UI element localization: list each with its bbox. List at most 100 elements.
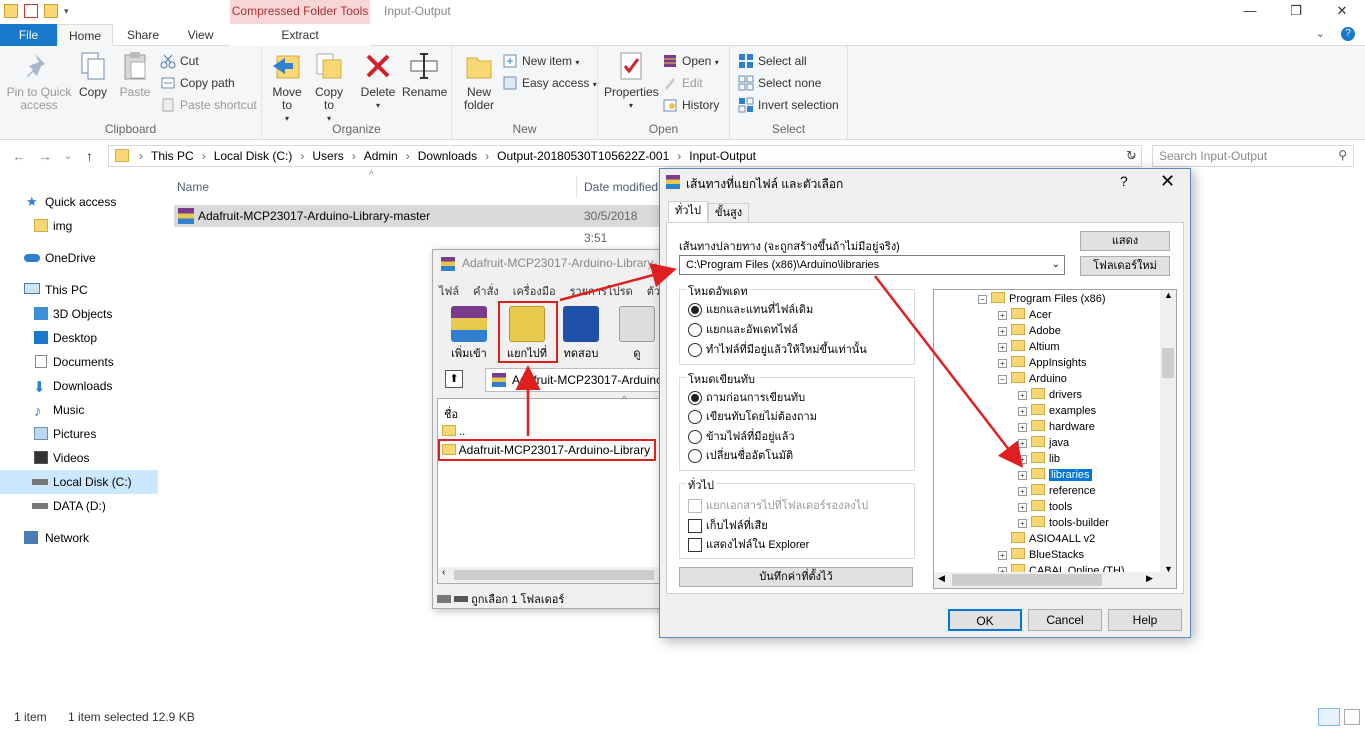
up-folder-icon[interactable]: ⬆	[445, 370, 463, 388]
tab-home[interactable]: Home	[57, 24, 113, 46]
tree-node[interactable]: + reference	[1018, 483, 1095, 499]
tab-general[interactable]: ทั่วไป	[668, 201, 708, 223]
paste-button[interactable]: Paste	[116, 50, 154, 99]
nav-img[interactable]: img	[0, 214, 158, 238]
address-bar[interactable]: › This PC › Local Disk (C:) › Users › Ad…	[108, 145, 1142, 167]
tree-node[interactable]: + Altium	[998, 339, 1060, 355]
qat-dropdown-icon[interactable]: ▾	[64, 6, 69, 17]
tree-node-selected[interactable]: + libraries	[1018, 467, 1092, 483]
col-date[interactable]: Date modified	[584, 180, 658, 194]
nav-data-d[interactable]: DATA (D:)	[0, 494, 158, 518]
details-view-icon[interactable]	[1318, 708, 1340, 726]
crumb-this-pc[interactable]: This PC	[151, 149, 194, 163]
nav-music[interactable]: ♪ Music	[0, 398, 158, 422]
invert-selection-button[interactable]: Invert selection	[738, 96, 839, 114]
properties-button[interactable]: Properties ▾	[604, 50, 659, 112]
test-button[interactable]: ทดสอบ	[555, 306, 607, 362]
back-arrow-icon[interactable]: ←	[12, 148, 26, 164]
tab-view[interactable]: View	[173, 24, 228, 46]
nav-desktop[interactable]: Desktop	[0, 326, 158, 350]
large-icons-view-icon[interactable]	[1344, 709, 1360, 725]
select-none-button[interactable]: Select none	[738, 74, 821, 92]
menu-commands[interactable]: คำสั่ง	[473, 282, 499, 300]
tree-node[interactable]: + tools	[1018, 499, 1072, 515]
radio-fresh-existing[interactable]: ทำไฟล์ที่มีอยู่แล้วให้ใหม่ขึ้นเท่านั้น	[688, 343, 867, 359]
new-item-button[interactable]: New item ▾	[502, 52, 579, 70]
tree-node[interactable]: ASIO4ALL v2	[998, 531, 1095, 547]
move-to-button[interactable]: Move to ▾	[270, 50, 304, 125]
radio-extract-replace[interactable]: แยกและแทนที่ไฟล์เดิม	[688, 303, 813, 319]
up-arrow-icon[interactable]: ↑	[86, 148, 93, 164]
nav-this-pc[interactable]: This PC	[0, 278, 158, 302]
tree-node[interactable]: + tools-builder	[1018, 515, 1109, 531]
tab-file[interactable]: File	[0, 24, 57, 46]
nav-videos[interactable]: Videos	[0, 446, 158, 470]
tab-share[interactable]: Share	[113, 24, 173, 46]
new-folder-button[interactable]: New folder	[460, 50, 498, 112]
select-all-button[interactable]: Select all	[738, 52, 807, 70]
help-button[interactable]: Help	[1108, 609, 1182, 631]
menu-favorites[interactable]: รายการโปรด	[570, 282, 633, 300]
tree-node[interactable]: + lib	[1018, 451, 1060, 467]
check-show-explorer[interactable]: แสดงไฟล์ใน Explorer	[688, 538, 809, 554]
save-settings-button[interactable]: บันทึกค่าที่ตั้งไว้	[679, 567, 913, 587]
nav-onedrive[interactable]: OneDrive	[0, 246, 158, 270]
tree-node[interactable]: + java	[1018, 435, 1069, 451]
nav-3d-objects[interactable]: 3D Objects	[0, 302, 158, 326]
scrollbar-thumb[interactable]	[454, 570, 654, 580]
dest-path-combobox[interactable]: C:\Program Files (x86)\Arduino\libraries…	[679, 255, 1065, 275]
copy-to-button[interactable]: Copy to ▾	[312, 50, 346, 125]
view-button[interactable]: ดู	[611, 306, 663, 362]
tree-node[interactable]: − Arduino	[998, 371, 1067, 387]
radio-auto-rename[interactable]: เปลี่ยนชื่ออัตโนมัติ	[688, 449, 793, 465]
properties-icon[interactable]	[24, 4, 38, 18]
tree-node[interactable]: + drivers	[1018, 387, 1082, 403]
refresh-icon[interactable]: ↻	[1126, 148, 1137, 164]
folder-icon[interactable]	[4, 4, 18, 18]
tree-node[interactable]: + hardware	[1018, 419, 1095, 435]
new-folder-button[interactable]: โฟลเดอร์ใหม่	[1080, 256, 1170, 276]
crumb-downloads[interactable]: Downloads	[418, 149, 477, 163]
history-button[interactable]: History	[662, 96, 719, 114]
horizontal-scrollbar[interactable]: ◀ ▶	[934, 572, 1176, 588]
radio-overwrite-no-prompt[interactable]: เขียนทับโดยไม่ต้องถาม	[688, 410, 817, 426]
nav-pictures[interactable]: Pictures	[0, 422, 158, 446]
check-keep-broken[interactable]: เก็บไฟล์ที่เสีย	[688, 519, 768, 535]
help-icon[interactable]: ?	[1120, 173, 1128, 189]
radio-extract-update[interactable]: แยกและอัพเดทไฟล์	[688, 323, 798, 339]
close-button[interactable]: ✕	[1319, 0, 1365, 24]
open-button[interactable]: Open ▾	[662, 52, 719, 70]
copy-path-button[interactable]: Copy path	[160, 74, 235, 92]
nav-quick-access[interactable]: ★ Quick access	[0, 190, 158, 214]
edit-button[interactable]: Edit	[662, 74, 703, 92]
search-input[interactable]: Search Input-Output ⚲	[1152, 145, 1354, 167]
tree-node[interactable]: + Acer	[998, 307, 1052, 323]
easy-access-button[interactable]: Easy access ▾	[502, 74, 597, 92]
vertical-scrollbar[interactable]: ▲ ▼	[1160, 290, 1176, 574]
new-folder-icon[interactable]	[44, 4, 58, 18]
paste-shortcut-button[interactable]: Paste shortcut	[160, 96, 257, 114]
tree-node[interactable]: − Program Files (x86)	[978, 291, 1106, 307]
tree-node[interactable]: + Adobe	[998, 323, 1061, 339]
col-name[interactable]: Name	[177, 180, 209, 194]
check-extract-subfolders[interactable]: แยกเอกสารไปที่โฟลเดอร์รองลงไป	[688, 499, 868, 515]
tree-node[interactable]: + AppInsights	[998, 355, 1086, 371]
winrar-path-field[interactable]: Adafruit-MCP23017-Arduino	[485, 368, 675, 392]
horizontal-scrollbar[interactable]: ‹	[438, 567, 670, 583]
nav-downloads[interactable]: ⬇ Downloads	[0, 374, 158, 398]
forward-arrow-icon[interactable]: →	[38, 148, 52, 164]
help-icon[interactable]: ?	[1341, 27, 1355, 41]
copy-button[interactable]: Copy	[76, 50, 110, 99]
menu-file[interactable]: ไฟล์	[439, 282, 459, 300]
radio-ask-before[interactable]: ถามก่อนการเขียนทับ	[688, 391, 805, 407]
radio-skip-existing[interactable]: ข้ามไฟล์ที่มีอยู่แล้ว	[688, 430, 795, 446]
cancel-button[interactable]: Cancel	[1028, 609, 1102, 631]
chevron-down-icon[interactable]: ⌄	[1316, 27, 1325, 41]
crumb-admin[interactable]: Admin	[364, 149, 398, 163]
tree-node[interactable]: + examples	[1018, 403, 1096, 419]
crumb-input-output[interactable]: Input-Output	[689, 149, 756, 163]
pin-quick-access-button[interactable]: Pin to Quick access	[6, 50, 72, 112]
delete-button[interactable]: Delete ▾	[360, 50, 396, 112]
nav-network[interactable]: Network	[0, 526, 158, 550]
nav-local-disk[interactable]: Local Disk (C:)	[0, 470, 158, 494]
